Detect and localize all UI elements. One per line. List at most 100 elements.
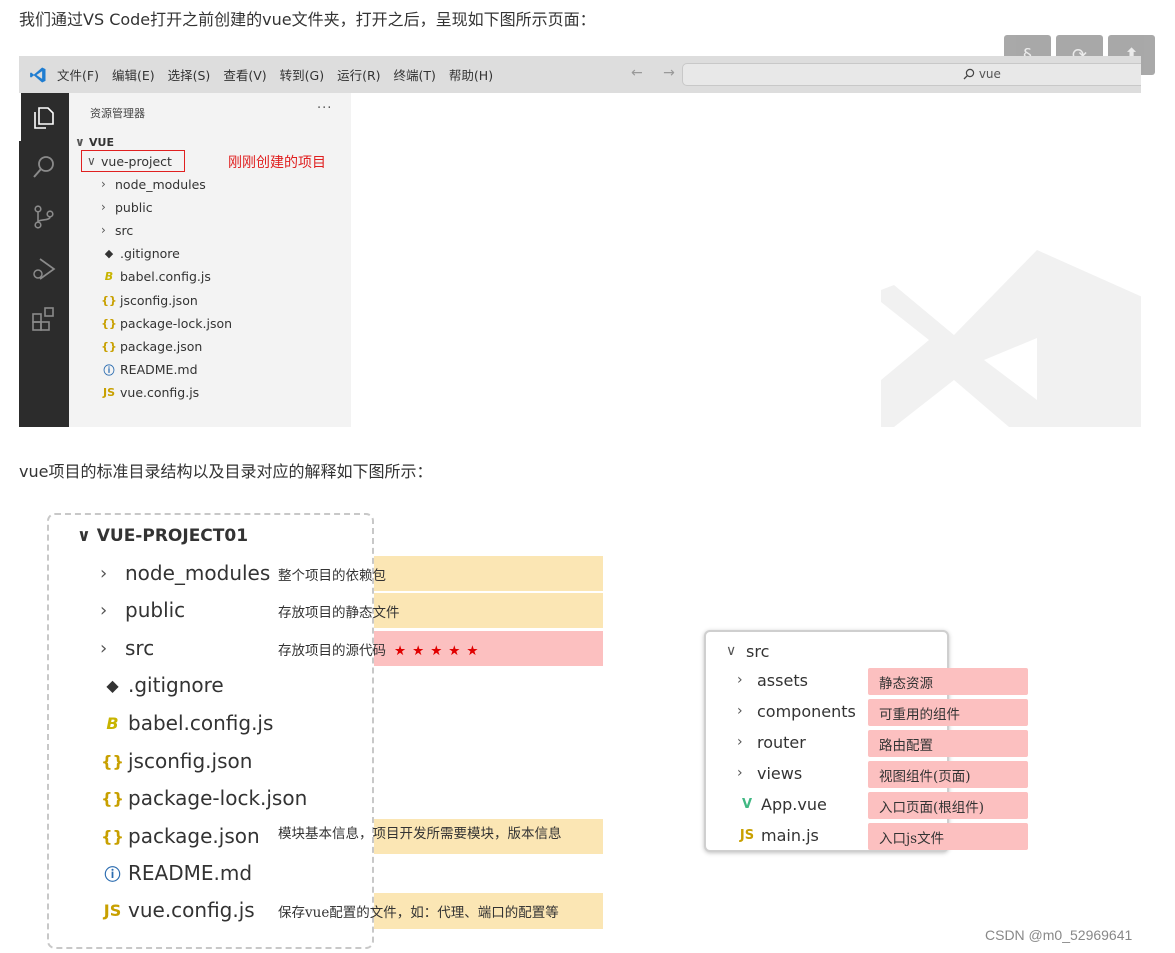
js-icon: JS [739, 827, 755, 843]
source-control-icon[interactable] [30, 203, 58, 231]
diagram2-row: › router [737, 730, 806, 754]
diagram1-row: {} package-lock.json [100, 783, 307, 813]
menu-edit[interactable]: 编辑(E) [112, 65, 155, 84]
git-icon: ◆ [106, 675, 119, 695]
diagram2-description: 入口js文件 [868, 823, 1028, 850]
json-icon: {} [101, 826, 124, 846]
chevron-down-icon: ∨ [87, 154, 96, 168]
diagram1-row: {} package.json [100, 821, 260, 851]
menu-help[interactable]: 帮助(H) [449, 65, 493, 84]
json-icon: {} [101, 339, 117, 353]
tree-item[interactable]: Bbabel.config.js [101, 267, 211, 287]
diagram2-row: › assets [737, 668, 808, 692]
diagram1-description-text: 整个项目的依赖包 [278, 568, 386, 584]
info-icon: ⓘ [103, 363, 115, 377]
diagram1-row-label: babel.config.js [128, 711, 274, 735]
command-center-search[interactable]: vue [682, 63, 1141, 86]
csdn-watermark: CSDN @m0_52969641 [985, 927, 1133, 943]
tree-item[interactable]: › public [101, 197, 153, 217]
annotation-label: 刚刚创建的项目 [228, 155, 326, 171]
js-icon: JS [103, 900, 122, 920]
chevron-down-icon: ∨ [77, 526, 91, 546]
tree-item-label: src [115, 222, 134, 238]
extensions-icon[interactable] [30, 305, 58, 333]
diagram1-description: 存放项目的源代码 ★★★★★ [278, 639, 485, 659]
menu-terminal[interactable]: 终端(T) [394, 65, 436, 84]
diagram2-row-label: views [757, 763, 803, 783]
search-label: vue [978, 67, 1001, 81]
tree-item[interactable]: › src [101, 220, 133, 240]
tree-item[interactable]: ⓘ README.md [101, 360, 198, 380]
diagram1-row: › node_modules [100, 558, 270, 588]
menu-selection[interactable]: 选择(S) [168, 65, 211, 84]
diagram1-row-label: package-lock.json [128, 786, 308, 810]
tree-item[interactable]: ◆ .gitignore [101, 244, 180, 264]
tree-root-vue[interactable]: ∨ VUE [75, 132, 114, 152]
explorer-title: 资源管理器 [90, 107, 145, 120]
diagram1-row: {} jsconfig.json [100, 746, 252, 776]
tree-item-label: .gitignore [120, 246, 180, 262]
nav-arrows[interactable]: ← → [631, 65, 683, 81]
tree-item-label: vue-project [101, 153, 172, 169]
diagram1-description-text: 模块基本信息，项目开发所需要模块，版本信息 [278, 826, 562, 842]
git-icon: ◆ [104, 247, 114, 261]
run-debug-icon[interactable] [30, 255, 58, 283]
diagram2-description: 可重用的组件 [868, 699, 1028, 726]
chevron-right-icon: › [737, 734, 743, 750]
tree-item-vue-project[interactable]: ∨ vue-project [87, 151, 172, 171]
diagram1-description-text: 存放项目的源代码 [278, 643, 386, 659]
diagram2-root-label: src [746, 641, 770, 661]
diagram1-row-label: README.md [128, 861, 253, 885]
explorer-icon[interactable] [30, 103, 58, 131]
diagram2-row-label: components [757, 701, 856, 721]
search-icon [963, 68, 975, 80]
js-icon: JS [102, 386, 115, 400]
tree-item[interactable]: {} package-lock.json [101, 313, 232, 333]
importance-stars: ★★★★★ [394, 643, 485, 659]
vue-icon: V [741, 796, 753, 812]
tree-item-label: node_modules [115, 176, 206, 192]
tree-item-label: package-lock.json [120, 315, 233, 331]
json-icon: {} [101, 293, 117, 307]
tree-item-label: README.md [120, 362, 198, 378]
diagram1-description: 存放项目的静态文件 [278, 601, 400, 621]
tree-item[interactable]: {} jsconfig.json [101, 290, 198, 310]
vscode-titlebar: 文件(F) 编辑(E) 选择(S) 查看(V) 转到(G) 运行(R) 终端(T… [19, 56, 1141, 93]
diagram1-row-label: vue.config.js [128, 898, 255, 922]
babel-icon: B [104, 270, 114, 284]
json-icon: {} [101, 751, 124, 771]
tree-item-label: public [115, 199, 153, 215]
diagram1-root-label: VUE-PROJECT01 [96, 526, 249, 546]
menu-file[interactable]: 文件(F) [57, 65, 99, 84]
tree-item[interactable]: › node_modules [101, 174, 206, 194]
diagram1-row: › public [100, 595, 185, 625]
diagram1-row-label: src [125, 636, 155, 660]
diagram1-row: Bbabel.config.js [100, 708, 273, 738]
diagram1-row: › src [100, 633, 154, 663]
diagram1-row: ⓘ README.md [100, 858, 252, 888]
diagram1-row: ◆ .gitignore [100, 670, 223, 700]
diagram1-description: 保存vue配置的文件，如：代理、端口的配置等 [278, 901, 559, 921]
chevron-right-icon: › [737, 703, 743, 719]
chevron-right-icon: › [101, 223, 106, 238]
tree-item[interactable]: JS vue.config.js [101, 383, 199, 403]
diagram1-row-label: node_modules [125, 561, 271, 585]
chevron-down-icon: ∨ [726, 643, 737, 659]
diagram2-row-label: assets [757, 670, 808, 690]
diagram1-description-text: 保存vue配置的文件，如：代理、端口的配置等 [278, 905, 559, 921]
tree-item-label: package.json [120, 338, 203, 354]
tree-item[interactable]: {} package.json [101, 336, 202, 356]
menu-go[interactable]: 转到(G) [280, 65, 324, 84]
chevron-right-icon: › [737, 672, 743, 688]
activity-active-indicator [19, 93, 21, 141]
vscode-screenshot: 文件(F) 编辑(E) 选择(S) 查看(V) 转到(G) 运行(R) 终端(T… [19, 56, 1141, 427]
chevron-right-icon: › [100, 599, 108, 621]
json-icon: {} [101, 316, 117, 330]
search-sidebar-icon[interactable] [30, 153, 58, 181]
menu-view[interactable]: 查看(V) [223, 65, 266, 84]
activity-bar [19, 93, 69, 427]
chevron-right-icon: › [100, 562, 108, 584]
tree-root-label: VUE [89, 135, 114, 149]
more-actions-button[interactable]: ··· [317, 101, 332, 116]
menu-run[interactable]: 运行(R) [337, 65, 380, 84]
